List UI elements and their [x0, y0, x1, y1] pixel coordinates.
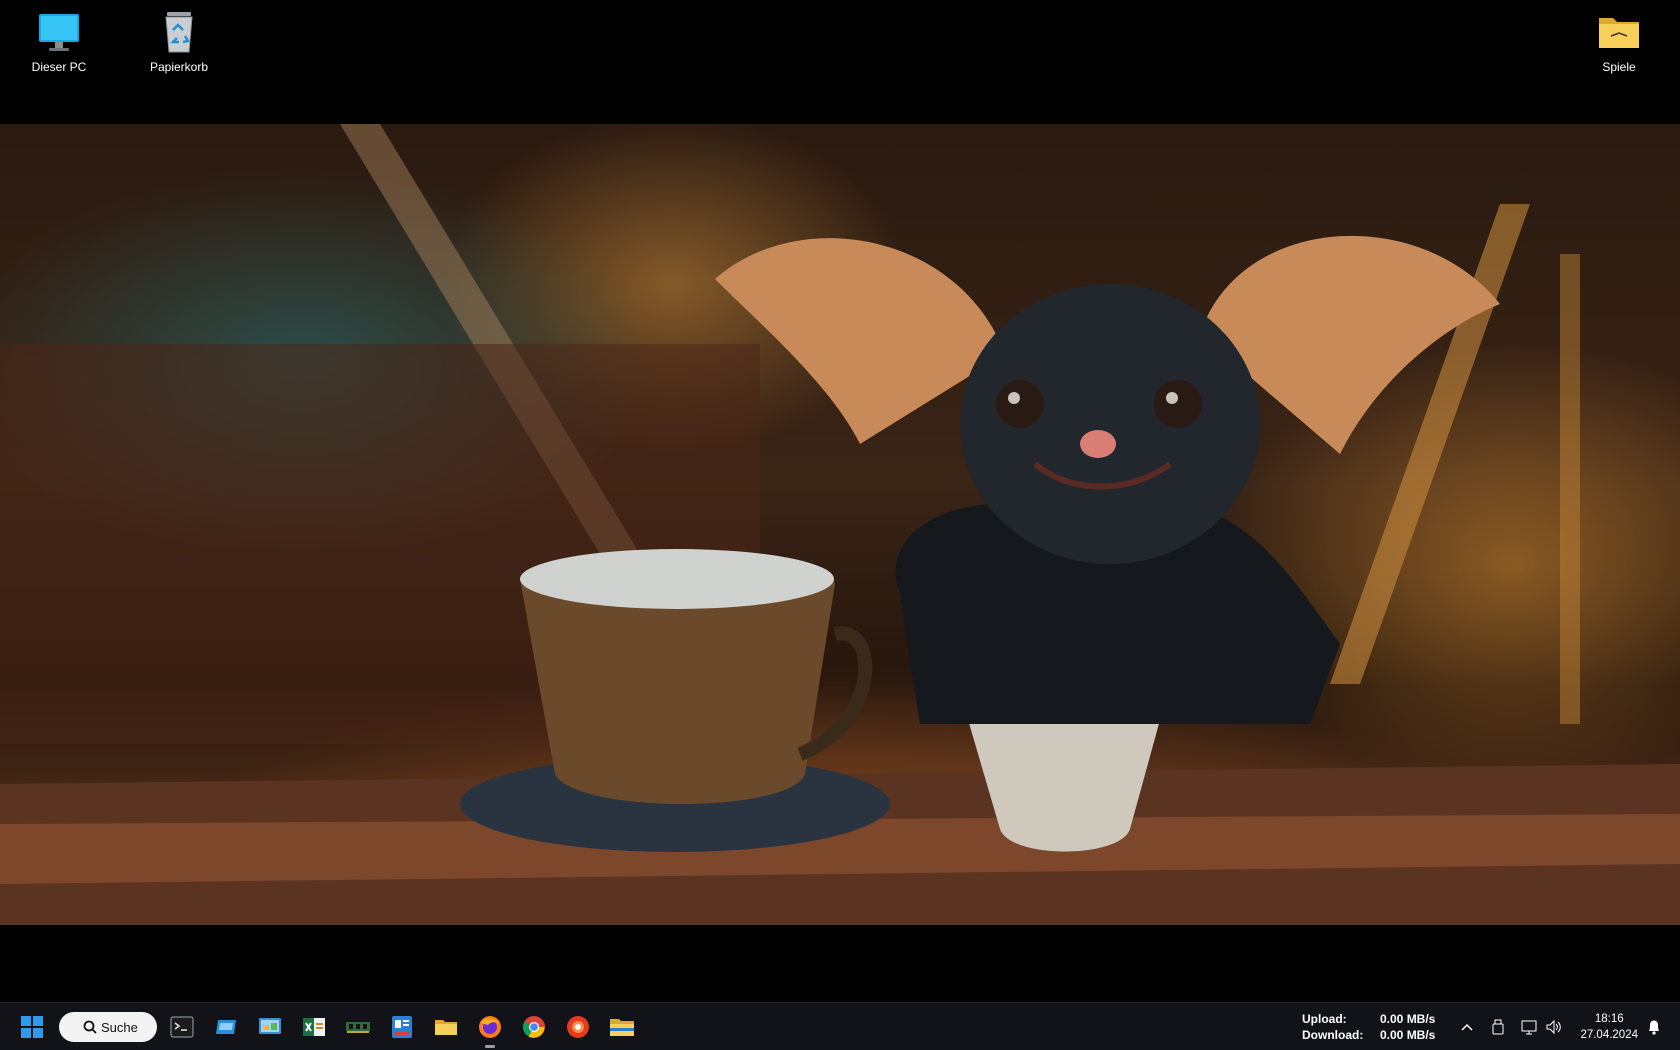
taskbar-app-firefox[interactable] — [472, 1009, 508, 1048]
taskbar-app-control-panel[interactable] — [252, 1009, 288, 1045]
start-button[interactable] — [14, 1009, 50, 1045]
download-label: Download: — [1302, 1028, 1364, 1042]
terminal-icon — [170, 1016, 194, 1038]
desktop-icon-label: Papierkorb — [149, 60, 209, 74]
computer-icon — [35, 8, 83, 56]
file-explorer-icon — [435, 1020, 457, 1035]
chrome-icon — [523, 1016, 545, 1038]
network-speed-monitor: Upload: 0.00 MB/s Download: 0.00 MB/s — [1302, 1011, 1435, 1043]
red-app-icon — [567, 1016, 589, 1038]
control-panel-icon — [259, 1018, 281, 1034]
usb-drive-icon — [1492, 1019, 1504, 1035]
chevron-up-icon — [1461, 1023, 1473, 1031]
recycle-bin-icon — [155, 8, 203, 56]
memory-module-icon — [346, 1022, 370, 1033]
notifications-button[interactable] — [1644, 1017, 1664, 1037]
desktop-icon-papierkorb[interactable]: Papierkorb — [131, 8, 227, 74]
taskbar-app-terminal[interactable] — [164, 1009, 200, 1045]
network-icon — [1521, 1020, 1537, 1035]
tray-network[interactable] — [1520, 1017, 1540, 1037]
taskbar-app-memory[interactable] — [340, 1009, 376, 1045]
clock[interactable]: 18:16 27.04.2024 — [1580, 1011, 1638, 1043]
excel-app-icon — [303, 1018, 325, 1036]
taskbar-app-drive[interactable] — [208, 1009, 244, 1045]
taskbar-app-file-explorer[interactable] — [428, 1009, 464, 1045]
clock-time: 18:16 — [1594, 1013, 1624, 1025]
tray-volume[interactable] — [1544, 1017, 1564, 1037]
desktop-icon-dieser-pc[interactable]: Dieser PC — [11, 8, 107, 74]
windows-start-icon — [21, 1016, 43, 1038]
taskbar-app-id[interactable] — [384, 1009, 420, 1045]
id-badge-icon — [392, 1016, 412, 1038]
desktop-icon-spiele[interactable]: Spiele — [1571, 8, 1667, 74]
desktop: Dieser PC Papierkorb Spiele — [0, 0, 1680, 1002]
folder-icon — [1595, 8, 1643, 56]
taskbar-app-file-explorer-2[interactable] — [604, 1009, 640, 1045]
drive-app-icon — [216, 1020, 236, 1034]
clock-date: 27.04.2024 — [1580, 1029, 1638, 1041]
firefox-icon — [479, 1016, 501, 1038]
search-icon — [83, 1020, 97, 1034]
tray-usb[interactable] — [1488, 1017, 1508, 1037]
wallpaper-image — [0, 124, 1680, 925]
desktop-icon-label: Spiele — [1602, 60, 1636, 74]
download-value: 0.00 MB/s — [1380, 1028, 1436, 1042]
show-hidden-icons-button[interactable] — [1457, 1017, 1477, 1037]
upload-value: 0.00 MB/s — [1380, 1012, 1436, 1026]
taskbar-app-chrome[interactable] — [516, 1009, 552, 1045]
taskbar: Suche Upload: 0.00 MB/s Download: 0.00 M… — [0, 1002, 1680, 1050]
bell-icon — [1649, 1020, 1659, 1035]
volume-icon — [1546, 1019, 1561, 1035]
taskbar-app-excel[interactable] — [296, 1009, 332, 1045]
running-indicator — [485, 1045, 495, 1048]
taskbar-app-red[interactable] — [560, 1009, 596, 1045]
desktop-icon-label: Dieser PC — [31, 60, 87, 74]
file-explorer-icon — [610, 1019, 634, 1036]
search-input[interactable]: Suche — [59, 1012, 157, 1042]
search-label: Suche — [101, 1019, 138, 1035]
upload-label: Upload: — [1302, 1012, 1347, 1026]
